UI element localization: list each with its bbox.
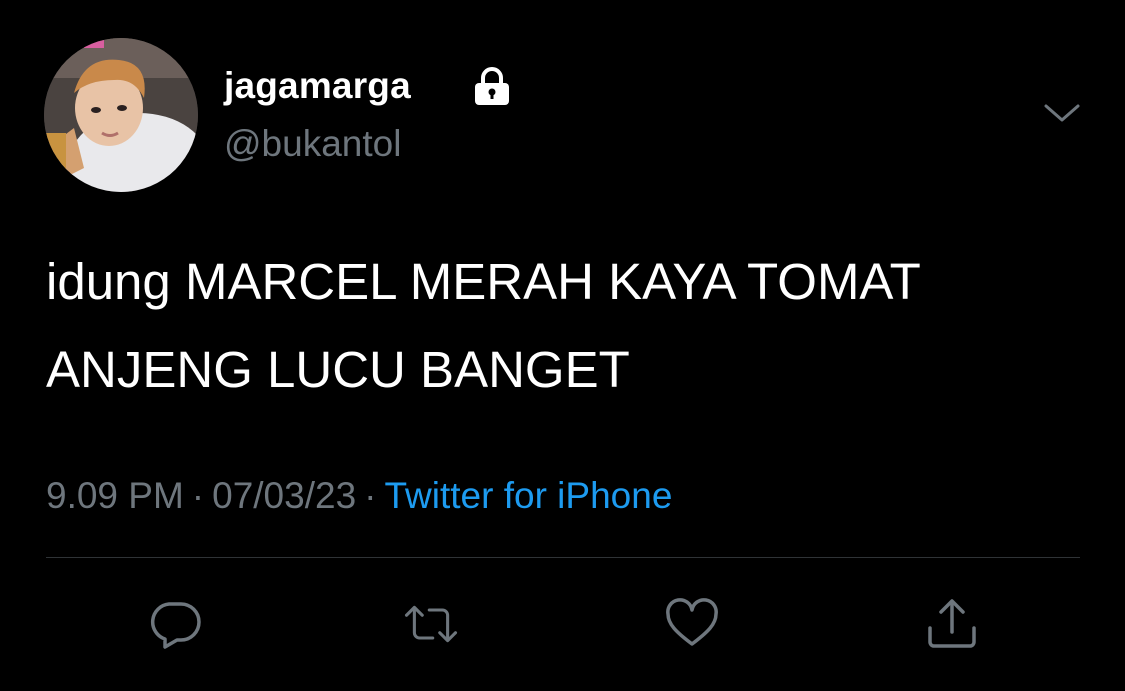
chevron-down-icon[interactable] (1042, 98, 1082, 128)
display-name[interactable]: jagamarga (224, 64, 411, 108)
reply-icon (150, 602, 201, 649)
divider (46, 557, 1080, 558)
tweet-text-line: ANJENG LUCU BANGET (46, 341, 630, 398)
meta-separator: · (191, 475, 205, 516)
share-button[interactable] (924, 598, 980, 650)
tweet-source-link[interactable]: Twitter for iPhone (384, 475, 672, 516)
tweet-text: idung MARCEL MERAH KAYA TOMAT ANJENG LUC… (46, 238, 1096, 414)
like-button[interactable] (664, 598, 720, 650)
tweet-text-line: idung MARCEL MERAH KAYA TOMAT (46, 253, 921, 310)
share-icon (928, 599, 976, 648)
tweet-metadata: 9.09 PM · 07/03/23 · Twitter for iPhone (46, 474, 672, 518)
lock-icon (471, 67, 513, 107)
retweet-button[interactable] (403, 598, 459, 650)
heart-icon (666, 598, 718, 646)
meta-separator: · (364, 475, 377, 516)
username-handle[interactable]: @bukantol (224, 122, 401, 166)
tweet-date[interactable]: 07/03/23 (212, 475, 356, 516)
tweet-detail: jagamarga @bukantol idung MARCEL MERAH K… (0, 0, 1125, 691)
reply-button[interactable] (147, 598, 203, 650)
tweet-time[interactable]: 9.09 PM (46, 475, 184, 516)
avatar[interactable] (44, 38, 198, 192)
retweet-icon (404, 605, 458, 643)
